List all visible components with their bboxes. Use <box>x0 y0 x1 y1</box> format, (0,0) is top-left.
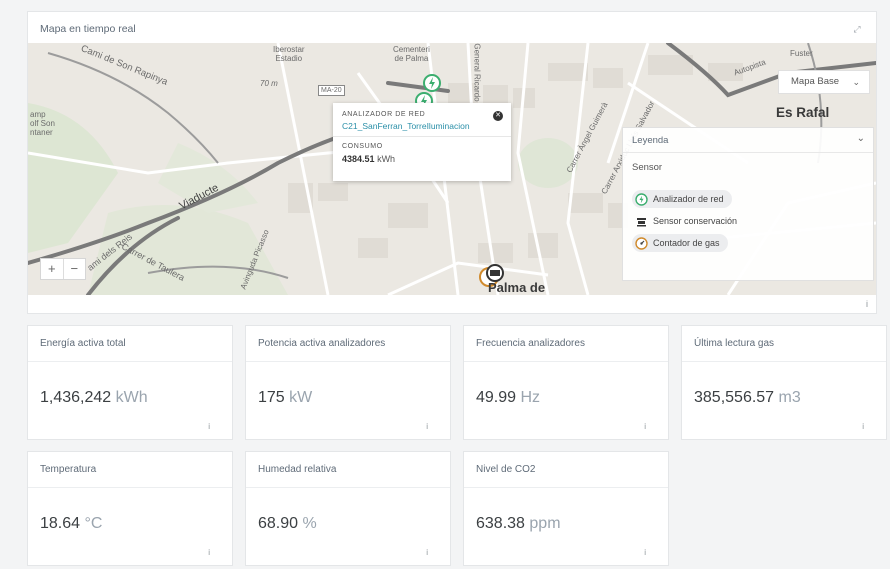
basemap-label: Mapa Base <box>791 76 840 87</box>
collapse-icon[interactable]: ⌄ <box>857 133 865 144</box>
legend-header: Leyenda <box>632 135 669 146</box>
gauge-icon <box>635 236 648 250</box>
metric-card-frecuencia: Frecuencia analizadores 49.99 Hz i <box>463 325 669 440</box>
metric-title: Humedad relativa <box>258 464 337 475</box>
label-cementeri: Cementeri de Palma <box>393 45 430 63</box>
legend-item-gas[interactable]: Contador de gas <box>632 234 728 252</box>
metric-title: Energía activa total <box>40 338 126 349</box>
map-title: Mapa en tiempo real <box>40 23 136 35</box>
metric-title: Temperatura <box>40 464 97 475</box>
metric-title: Nivel de CO2 <box>476 464 536 475</box>
map-card: Mapa en tiempo real ⤢ Iberostar Estadio … <box>27 11 877 314</box>
info-icon[interactable]: i <box>208 548 210 557</box>
info-icon[interactable]: i <box>426 422 428 431</box>
zoom-control: + − <box>40 258 86 280</box>
legend-item-sensor[interactable]: Sensor conservación <box>632 212 745 230</box>
metric-card-temperatura: Temperatura 18.64 °C i <box>27 451 233 566</box>
metric-value: 49.99 Hz <box>476 389 541 406</box>
label-ma20: MA-20 <box>318 85 345 96</box>
label-estadio: Iberostar Estadio <box>273 45 305 63</box>
label-general: General Ricardo <box>472 43 482 102</box>
info-icon[interactable]: i <box>866 299 868 309</box>
card-divider <box>246 361 450 362</box>
legend-divider <box>623 152 873 153</box>
metric-card-co2: Nivel de CO2 638.38 ppm i <box>463 451 669 566</box>
map-popup: ANALIZADOR DE RED C21_SanFerran_TorreIlu… <box>333 103 511 181</box>
zoom-out-button[interactable]: − <box>64 259 86 279</box>
label-fuster: Fuster <box>790 49 813 58</box>
metric-title: Potencia activa analizadores <box>258 338 386 349</box>
popup-consumo-value: 4384.51 kWh <box>342 154 396 164</box>
card-divider <box>28 487 232 488</box>
metric-title: Frecuencia analizadores <box>476 338 585 349</box>
analyzer-marker-1 <box>423 74 441 92</box>
info-icon[interactable]: i <box>644 548 646 557</box>
close-icon[interactable]: ✕ <box>493 111 503 121</box>
card-divider <box>246 487 450 488</box>
card-divider <box>464 487 668 488</box>
info-icon[interactable]: i <box>208 422 210 431</box>
expand-icon[interactable]: ⤢ <box>850 22 864 36</box>
zoom-in-button[interactable]: + <box>41 259 64 279</box>
metric-card-potencia: Potencia activa analizadores 175 kW i <box>245 325 451 440</box>
label-70m: 70 m <box>260 79 278 88</box>
popup-consumo-label: CONSUMO <box>342 143 383 150</box>
popup-divider <box>333 136 511 137</box>
label-camp-golf: amp olf Son ntaner <box>30 110 55 137</box>
metric-value: 18.64 °C <box>40 515 103 532</box>
metric-card-humedad: Humedad relativa 68.90 % i <box>245 451 451 566</box>
legend-subheader: Sensor <box>632 162 663 173</box>
legend-item-label: Sensor conservación <box>653 216 738 226</box>
metric-card-gas: Última lectura gas 385,556.57 m3 i <box>681 325 887 440</box>
metric-value: 385,556.57 m3 <box>694 389 801 406</box>
popup-device-link[interactable]: C21_SanFerran_TorreIluminacion <box>342 121 470 131</box>
basemap-select[interactable]: Mapa Base ⌄ <box>778 70 870 94</box>
legend-item-label: Analizador de red <box>653 194 724 204</box>
card-divider <box>28 361 232 362</box>
card-divider <box>464 361 668 362</box>
popup-title: ANALIZADOR DE RED <box>342 111 426 118</box>
sensor-icon <box>635 215 648 228</box>
chevron-down-icon: ⌄ <box>852 77 860 87</box>
map-legend: Leyenda ⌄ Sensor Analizador de red Senso… <box>622 127 874 281</box>
legend-item-analyzer[interactable]: Analizador de red <box>632 190 732 208</box>
info-icon[interactable]: i <box>862 422 864 431</box>
metric-value: 175 kW <box>258 389 313 406</box>
info-icon[interactable]: i <box>426 548 428 557</box>
map-canvas[interactable]: Iberostar Estadio Cementeri de Palma Cami … <box>28 43 876 295</box>
info-icon[interactable]: i <box>644 422 646 431</box>
lightning-icon <box>635 192 648 206</box>
metric-value: 638.38 ppm <box>476 515 561 532</box>
legend-item-label: Contador de gas <box>653 238 720 248</box>
metric-card-energia: Energía activa total 1,436,242 kWh i <box>27 325 233 440</box>
label-es-rafal: Es Rafal <box>776 105 830 120</box>
card-divider <box>682 361 886 362</box>
metric-title: Última lectura gas <box>694 338 775 349</box>
label-palma: Palma de <box>488 280 546 295</box>
metric-value: 1,436,242 kWh <box>40 389 148 406</box>
metric-value: 68.90 % <box>258 515 317 532</box>
